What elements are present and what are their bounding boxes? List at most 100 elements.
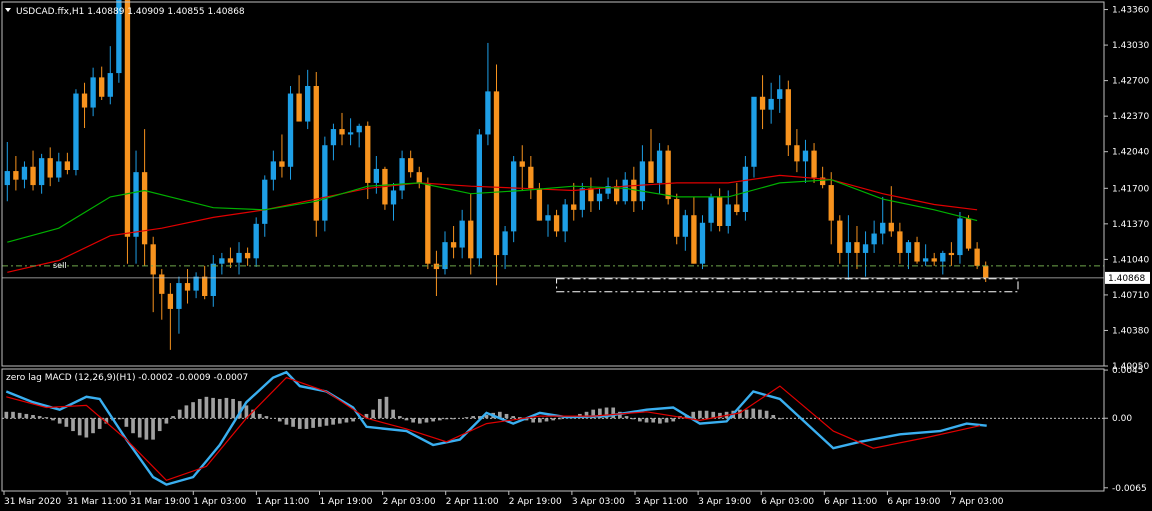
candle-body[interactable] <box>399 158 405 191</box>
candle-body[interactable] <box>339 129 345 135</box>
candle-body[interactable] <box>408 158 414 173</box>
candle-body[interactable] <box>845 242 852 253</box>
candle-body[interactable] <box>983 265 989 278</box>
candle-body[interactable] <box>622 179 628 202</box>
candle-body[interactable] <box>227 258 234 263</box>
candle-body[interactable] <box>184 283 191 291</box>
candle-body[interactable] <box>141 172 148 245</box>
candle-body[interactable] <box>888 222 894 232</box>
candle-body[interactable] <box>528 166 534 189</box>
candle-body[interactable] <box>450 242 457 248</box>
candle-body[interactable] <box>648 161 654 183</box>
candle-body[interactable] <box>373 168 380 183</box>
candle-body[interactable] <box>691 215 697 264</box>
candle-body[interactable] <box>99 77 105 97</box>
candle-body[interactable] <box>30 166 36 186</box>
candle-body[interactable] <box>176 283 182 309</box>
candle-body[interactable] <box>21 166 28 180</box>
candle-body[interactable] <box>236 252 242 263</box>
candle-body[interactable] <box>322 145 328 221</box>
candle-body[interactable] <box>674 199 680 237</box>
candle-body[interactable] <box>708 196 714 223</box>
candle-body[interactable] <box>64 161 71 170</box>
candle-body[interactable] <box>47 158 53 178</box>
candle-body[interactable] <box>390 190 397 205</box>
candle-body[interactable] <box>219 258 225 264</box>
candle-body[interactable] <box>639 161 646 202</box>
candle-body[interactable] <box>305 86 311 122</box>
candle-body[interactable] <box>133 172 139 237</box>
candle-body[interactable] <box>571 204 577 210</box>
candle-body[interactable] <box>107 73 113 97</box>
candle-body[interactable] <box>794 145 800 162</box>
candle-body[interactable] <box>13 171 19 180</box>
candle-body[interactable] <box>854 242 860 253</box>
candle-body[interactable] <box>777 89 783 99</box>
candle-body[interactable] <box>468 220 474 259</box>
candle-body[interactable] <box>562 204 568 232</box>
candle-body[interactable] <box>485 91 491 135</box>
candle-body[interactable] <box>287 93 294 167</box>
candle-body[interactable] <box>124 0 131 237</box>
candle-body[interactable] <box>193 276 199 291</box>
candle-body[interactable] <box>699 222 706 264</box>
candle-body[interactable] <box>511 161 517 232</box>
candle-body[interactable] <box>347 132 354 135</box>
candle-body[interactable] <box>837 220 843 253</box>
candle-body[interactable] <box>433 263 440 270</box>
candle-body[interactable] <box>871 233 877 245</box>
candle-body[interactable] <box>974 248 980 266</box>
candle-body[interactable] <box>210 263 216 296</box>
candle-body[interactable] <box>897 231 903 253</box>
candle-body[interactable] <box>682 215 688 237</box>
candle-body[interactable] <box>656 150 663 183</box>
candle-body[interactable] <box>56 161 62 178</box>
candle-body[interactable] <box>262 179 268 224</box>
candle-body[interactable] <box>519 161 525 167</box>
candle-body[interactable] <box>759 96 766 110</box>
candle-body[interactable] <box>150 244 156 275</box>
candle-body[interactable] <box>425 182 431 264</box>
candle-body[interactable] <box>545 215 551 221</box>
candle-body[interactable] <box>253 223 259 259</box>
candle-body[interactable] <box>734 204 740 212</box>
candle-body[interactable] <box>811 150 817 178</box>
candle-body[interactable] <box>716 196 723 226</box>
candle-body[interactable] <box>596 193 603 202</box>
candle-body[interactable] <box>476 134 482 259</box>
candle-body[interactable] <box>493 91 500 256</box>
candle-body[interactable] <box>502 231 508 256</box>
candle-body[interactable] <box>416 172 422 183</box>
candle-body[interactable] <box>459 220 465 248</box>
candle-body[interactable] <box>862 244 869 253</box>
candle-body[interactable] <box>948 252 955 256</box>
candle-body[interactable] <box>4 171 10 186</box>
candle-body[interactable] <box>202 276 208 296</box>
candle-body[interactable] <box>73 93 79 170</box>
candle-body[interactable] <box>914 242 920 262</box>
candle-body[interactable] <box>905 242 912 253</box>
candle-body[interactable] <box>880 222 886 234</box>
candle-body[interactable] <box>38 158 45 186</box>
candle-body[interactable] <box>356 125 362 133</box>
candle-body[interactable] <box>167 293 174 309</box>
candle-body[interactable] <box>768 98 774 110</box>
candle-body[interactable] <box>81 93 88 108</box>
candle-body[interactable] <box>665 150 671 200</box>
candle-body[interactable] <box>244 252 251 259</box>
candle-body[interactable] <box>159 274 165 294</box>
candle-body[interactable] <box>922 258 929 262</box>
candle-body[interactable] <box>442 242 448 270</box>
candle-body[interactable] <box>742 166 749 212</box>
candle-body[interactable] <box>785 89 791 146</box>
candle-body[interactable] <box>828 185 834 221</box>
candle-body[interactable] <box>296 93 302 122</box>
candle-body[interactable] <box>553 215 560 232</box>
candle-body[interactable] <box>725 204 731 226</box>
candle-body[interactable] <box>940 252 946 262</box>
candle-body[interactable] <box>90 77 96 108</box>
candle-body[interactable] <box>802 150 809 162</box>
trading-chart[interactable]: 1.43360 1.43030 1.42700 1.42370 1.42040 1.417… <box>0 0 1152 511</box>
candle-body[interactable] <box>588 188 594 202</box>
candle-body[interactable] <box>365 125 371 183</box>
